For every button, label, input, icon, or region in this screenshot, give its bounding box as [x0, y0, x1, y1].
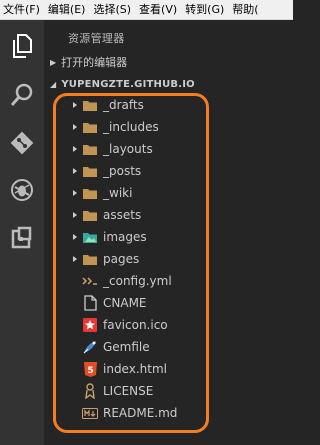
git-icon[interactable]	[0, 121, 44, 165]
folder-icon	[82, 119, 98, 135]
tree-item-pages[interactable]: pages	[44, 248, 293, 270]
chevron-right-icon	[73, 234, 77, 240]
folder-icon	[82, 97, 98, 113]
tree-item-label: README.md	[103, 406, 178, 420]
tree-item-label: _wiki	[103, 186, 133, 200]
images-folder-icon	[82, 229, 98, 245]
chevron-right-icon: ▶	[50, 57, 57, 67]
folder-icon	[82, 251, 98, 267]
debug-icon[interactable]	[0, 168, 44, 212]
sidebar-title: 资源管理器	[68, 32, 125, 45]
folder-icon	[82, 163, 98, 179]
tree-item-label: _drafts	[103, 98, 144, 112]
extensions-icon[interactable]	[0, 216, 44, 260]
tree-item-license[interactable]: LICENSE	[44, 380, 293, 402]
tree-item-label: images	[103, 230, 147, 244]
chevron-right-icon	[73, 256, 77, 262]
tree-item-assets[interactable]: assets	[44, 204, 293, 226]
tree-item-images[interactable]: images	[44, 226, 293, 248]
folder-icon	[82, 185, 98, 201]
tree-item-config-yml[interactable]: _config.yml	[44, 270, 293, 292]
tree-item-label: favicon.ico	[103, 318, 168, 332]
tree-item-posts[interactable]: _posts	[44, 160, 293, 182]
chevron-right-icon	[73, 168, 77, 174]
activity-bar	[0, 20, 44, 445]
yml-icon	[82, 273, 98, 289]
menu-help[interactable]: 帮助(	[228, 0, 262, 19]
tree-item-wiki[interactable]: _wiki	[44, 182, 293, 204]
root-folder-section[interactable]: ◢ YUPENGZTE.GITHUB.IO	[50, 75, 195, 93]
chevron-down-icon: ◢	[50, 79, 57, 89]
folder-icon	[82, 207, 98, 223]
gemfile-icon	[82, 339, 98, 355]
chevron-right-icon	[73, 212, 77, 218]
tree-item-label: Gemfile	[103, 340, 150, 354]
search-icon[interactable]	[0, 73, 44, 117]
tree-item-label: _layouts	[103, 142, 153, 156]
menu-selection[interactable]: 选择(S)	[89, 0, 135, 19]
chevron-right-icon	[73, 190, 77, 196]
tree-item-label: pages	[103, 252, 140, 266]
tree-item-label: _posts	[103, 164, 142, 178]
open-editors-section[interactable]: ▶ 打开的编辑器	[50, 53, 127, 71]
tree-item-cname[interactable]: CNAME	[44, 292, 293, 314]
open-editors-label: 打开的编辑器	[61, 56, 128, 69]
explorer-sidebar: 资源管理器 ▶ 打开的编辑器 ◢ YUPENGZTE.GITHUB.IO _dr…	[44, 20, 293, 445]
markdown-icon	[82, 405, 98, 421]
tree-item-label: assets	[103, 208, 142, 222]
chevron-right-icon	[73, 102, 77, 108]
tree-item-label: CNAME	[103, 296, 147, 310]
tree-item-label: _config.yml	[103, 274, 172, 288]
folder-icon	[82, 141, 98, 157]
menu-go[interactable]: 转到(G)	[181, 0, 228, 19]
tree-item-gemfile[interactable]: Gemfile	[44, 336, 293, 358]
tree-item-label: LICENSE	[103, 384, 154, 398]
menu-bar: 文件(F) 编辑(E) 选择(S) 查看(V) 转到(G) 帮助(	[0, 0, 293, 20]
tree-item-index-html[interactable]: 5 index.html	[44, 358, 293, 380]
explorer-icon[interactable]	[0, 24, 44, 68]
menu-view[interactable]: 查看(V)	[135, 0, 181, 19]
tree-item-drafts[interactable]: _drafts	[44, 94, 293, 116]
html5-icon: 5	[82, 361, 98, 377]
tree-item-label: _includes	[103, 120, 159, 134]
tree-item-includes[interactable]: _includes	[44, 116, 293, 138]
chevron-right-icon	[73, 124, 77, 130]
favicon-icon	[82, 317, 98, 333]
license-icon	[82, 383, 98, 399]
menu-edit[interactable]: 编辑(E)	[44, 0, 90, 19]
tree-item-layouts[interactable]: _layouts	[44, 138, 293, 160]
svg-text:5: 5	[87, 366, 93, 376]
tree-item-readme[interactable]: README.md	[44, 402, 293, 424]
menu-file[interactable]: 文件(F)	[0, 0, 44, 19]
chevron-right-icon	[73, 146, 77, 152]
tree-item-favicon[interactable]: favicon.ico	[44, 314, 293, 336]
file-icon	[82, 295, 98, 311]
tree-item-label: index.html	[103, 362, 167, 376]
root-folder-label: YUPENGZTE.GITHUB.IO	[61, 78, 195, 90]
